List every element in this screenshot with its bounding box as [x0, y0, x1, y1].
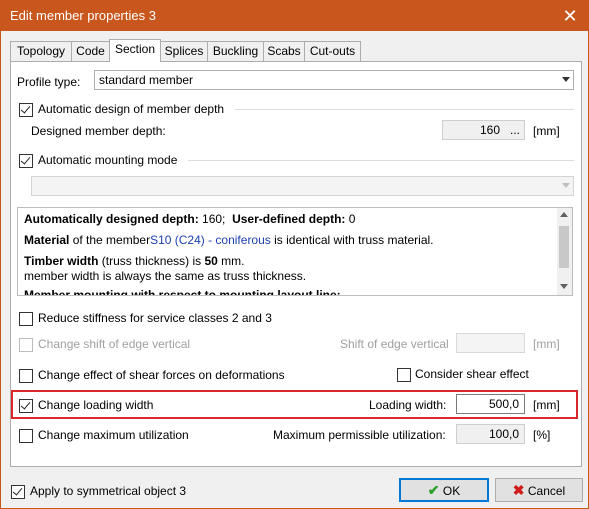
window-title: Edit member properties 3: [10, 8, 156, 23]
loading-width-label[interactable]: Change loading width: [38, 398, 153, 412]
max-util-unit: [%]: [533, 428, 551, 442]
scroll-thumb[interactable]: [559, 226, 569, 268]
vertical-scrollbar[interactable]: [557, 208, 572, 295]
checkmark-icon: ✔: [427, 482, 440, 498]
section-panel: Profile type: standard member Automatic …: [10, 61, 582, 467]
apply-symmetrical-checkbox[interactable]: [11, 485, 25, 499]
cross-icon: ✖: [512, 482, 525, 498]
designed-depth-field: 160 ...: [442, 120, 525, 140]
profile-type-select[interactable]: standard member: [94, 70, 574, 90]
loading-width-checkbox[interactable]: [19, 399, 33, 413]
profile-type-label: Profile type:: [17, 75, 81, 89]
shear-forces-label[interactable]: Change effect of shear forces on deforma…: [38, 368, 285, 382]
scroll-up-icon[interactable]: [560, 212, 568, 217]
auto-mount-label[interactable]: Automatic mounting mode: [38, 153, 177, 167]
consider-shear-checkbox[interactable]: [397, 368, 411, 382]
ok-button[interactable]: ✔ OK: [399, 478, 489, 502]
shift-edge-label[interactable]: Change shift of edge vertical: [38, 337, 190, 351]
shift-edge-checkbox[interactable]: [19, 338, 33, 352]
max-util-checkbox[interactable]: [19, 429, 33, 443]
group-separator: [235, 109, 574, 110]
max-util-field-label: Maximum permissible utilization:: [273, 428, 446, 442]
tab-splices[interactable]: Splices: [160, 41, 208, 61]
info-text-box: Automatically designed depth: 160; User-…: [17, 207, 573, 296]
tab-buckling[interactable]: Buckling: [207, 41, 264, 61]
shift-edge-field-label: Shift of edge vertical: [340, 337, 449, 351]
consider-shear-label[interactable]: Consider shear effect: [415, 367, 529, 381]
reduce-stiffness-label[interactable]: Reduce stiffness for service classes 2 a…: [38, 311, 272, 325]
chevron-down-icon: [562, 183, 570, 188]
close-icon[interactable]: ✕: [558, 4, 582, 28]
shift-edge-unit: [mm]: [533, 337, 560, 351]
tab-code[interactable]: Code: [71, 41, 110, 61]
group-separator: [188, 160, 574, 161]
tab-cut-outs[interactable]: Cut-outs: [304, 41, 361, 61]
max-util-input[interactable]: 100,0: [456, 424, 525, 444]
shift-edge-input[interactable]: [456, 333, 525, 353]
auto-mount-checkbox[interactable]: [19, 154, 33, 168]
shear-forces-checkbox[interactable]: [19, 369, 33, 383]
apply-symmetrical-label[interactable]: Apply to symmetrical object 3: [30, 484, 186, 498]
reduce-stiffness-checkbox[interactable]: [19, 312, 33, 326]
material-link[interactable]: S10 (C24) - coniferous: [150, 233, 271, 247]
max-util-label[interactable]: Change maximum utilization: [38, 428, 189, 442]
tab-scabs[interactable]: Scabs: [263, 41, 305, 61]
cancel-button[interactable]: ✖ Cancel: [495, 478, 583, 502]
designed-depth-label: Designed member depth:: [31, 124, 166, 138]
auto-depth-checkbox[interactable]: [19, 103, 33, 117]
auto-depth-label[interactable]: Automatic design of member depth: [38, 102, 224, 116]
tab-topology[interactable]: Topology: [10, 41, 72, 61]
dialog-window: Edit member properties 3 ✕ Topology Code…: [0, 0, 589, 509]
loading-width-input[interactable]: 500,0: [456, 394, 525, 414]
title-bar[interactable]: Edit member properties 3 ✕: [1, 1, 588, 31]
tab-section[interactable]: Section: [109, 39, 161, 62]
scroll-down-icon[interactable]: [560, 284, 568, 289]
designed-depth-unit: [mm]: [533, 124, 560, 138]
chevron-down-icon: [562, 77, 570, 82]
mounting-mode-select[interactable]: [31, 176, 574, 196]
loading-width-field-label: Loading width:: [369, 398, 447, 412]
loading-width-unit: [mm]: [533, 398, 560, 412]
ellipsis-button[interactable]: ...: [510, 123, 520, 137]
